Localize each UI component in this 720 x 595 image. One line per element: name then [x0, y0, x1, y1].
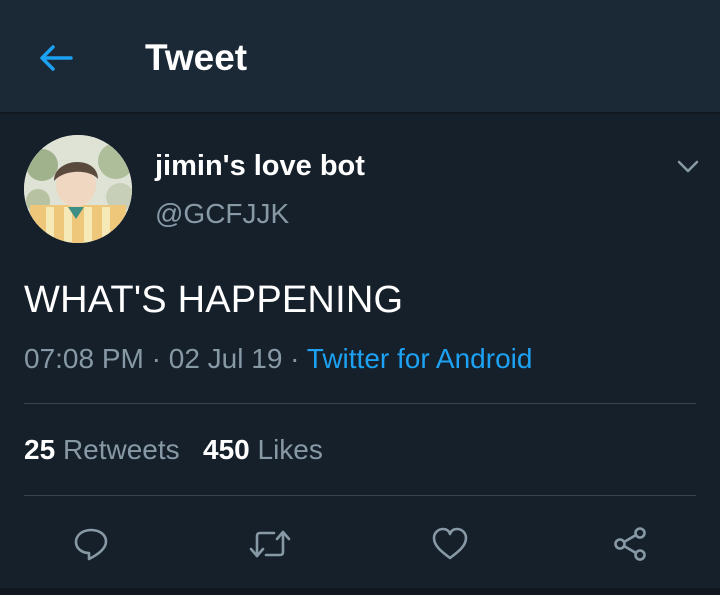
like-heart-icon: [432, 527, 468, 560]
user-handle[interactable]: @GCFJJK: [155, 196, 289, 232]
display-name[interactable]: jimin's love bot: [155, 148, 365, 184]
tweet-options-button[interactable]: [672, 152, 704, 180]
meta-separator: ·: [282, 343, 307, 374]
tweet-stats: 25 Retweets 450 Likes: [24, 431, 323, 469]
like-button[interactable]: [426, 520, 474, 568]
top-app-bar: Tweet: [0, 0, 720, 114]
retweets-count: 25: [24, 434, 56, 465]
bottom-divider: [0, 588, 720, 595]
divider: [24, 495, 696, 496]
back-button[interactable]: [36, 38, 76, 78]
tweet-time: 07:08 PM: [24, 343, 144, 374]
share-button[interactable]: [606, 520, 654, 568]
tweet-metadata: 07:08 PM · 02 Jul 19 · Twitter for Andro…: [24, 340, 532, 378]
avatar[interactable]: [24, 135, 132, 243]
meta-separator: ·: [143, 343, 169, 374]
tweet-text: WHAT'S HAPPENING: [24, 279, 404, 321]
arrow-left-icon: [40, 45, 73, 71]
page-title: Tweet: [145, 37, 248, 78]
tweet-date: 02 Jul 19: [168, 343, 283, 374]
likes-stat[interactable]: 450 Likes: [203, 434, 323, 465]
divider: [24, 403, 696, 404]
share-icon: [614, 527, 646, 561]
tweet-source-link[interactable]: Twitter for Android: [307, 343, 533, 374]
retweets-label: Retweets: [62, 434, 180, 465]
retweets-stat[interactable]: 25 Retweets: [24, 434, 180, 465]
reply-button[interactable]: [67, 520, 115, 568]
chevron-down-icon: [677, 160, 699, 173]
likes-label: Likes: [257, 434, 323, 465]
retweet-icon: [249, 530, 291, 558]
profile-photo: [24, 135, 132, 243]
likes-count: 450: [203, 434, 250, 465]
reply-icon: [74, 528, 108, 561]
retweet-button[interactable]: [246, 520, 294, 568]
